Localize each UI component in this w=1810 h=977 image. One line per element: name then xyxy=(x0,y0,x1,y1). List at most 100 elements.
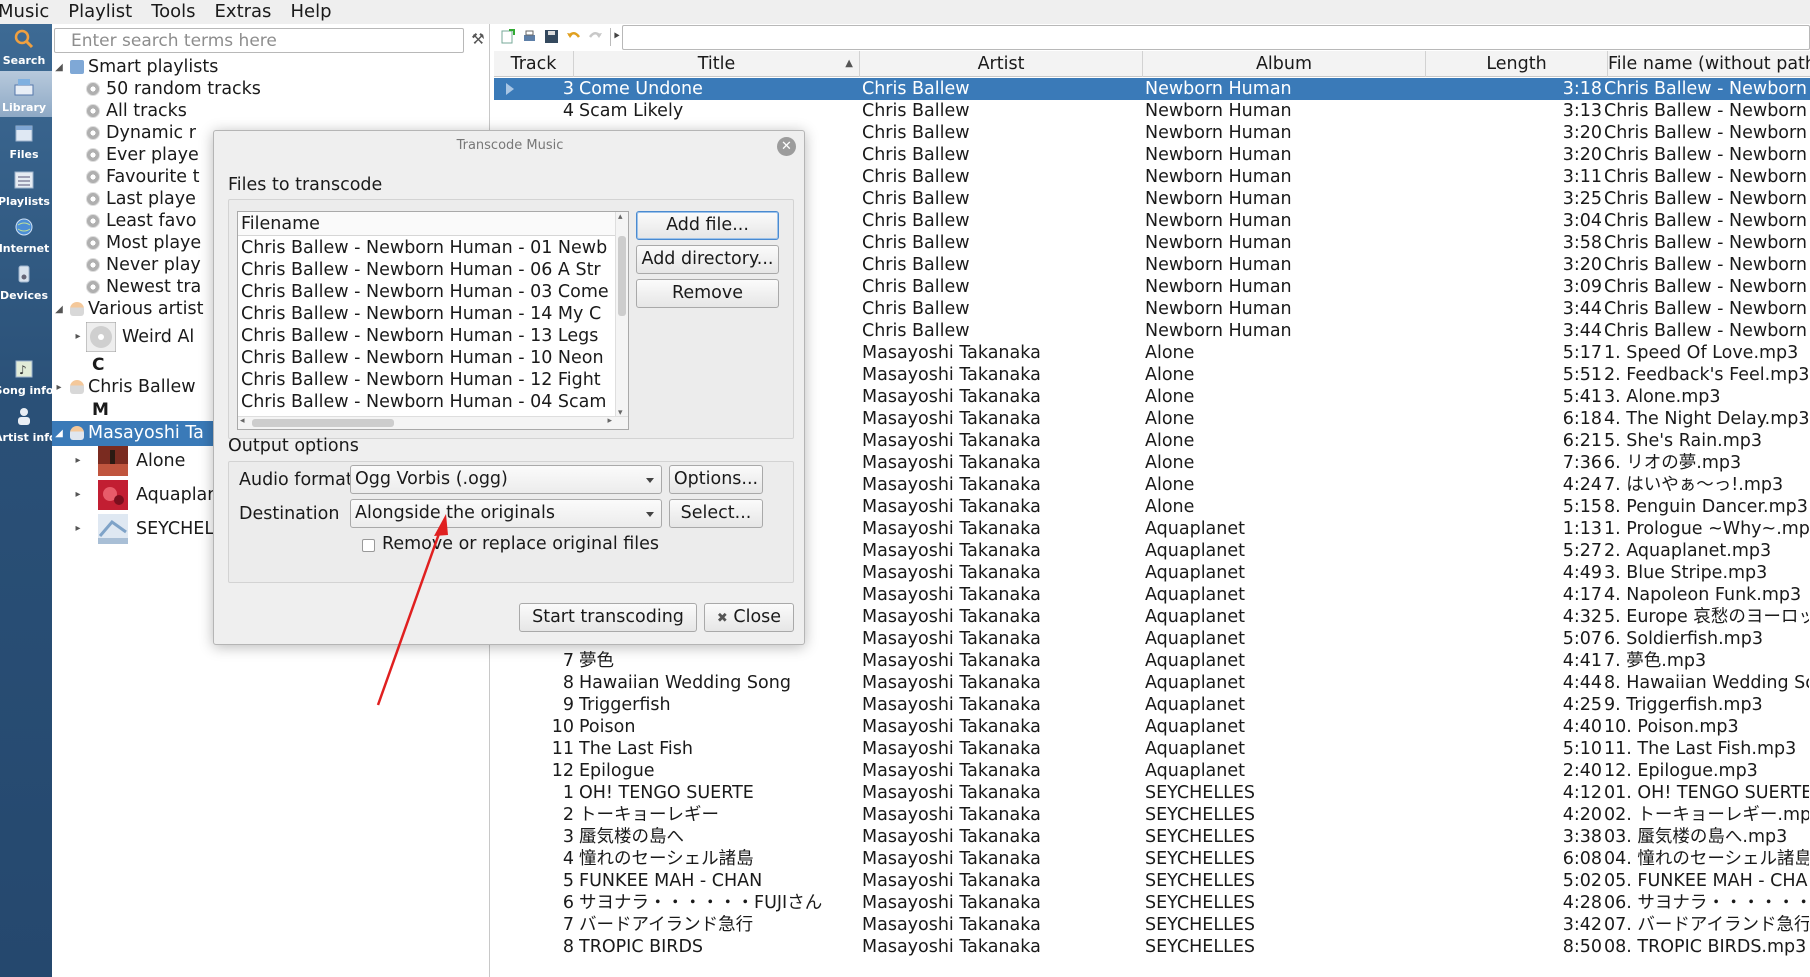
audio-format-select[interactable]: Ogg Vorbis (.ogg) xyxy=(350,465,662,494)
expand-arrow-icon[interactable]: ▸ xyxy=(72,513,84,545)
tab-files[interactable]: Files xyxy=(0,118,52,164)
menu-music[interactable]: Music xyxy=(0,0,56,24)
column-length[interactable]: Length xyxy=(1426,51,1608,77)
vscroll-thumb[interactable] xyxy=(618,236,626,316)
add-file-button[interactable]: Add file... xyxy=(636,211,779,240)
scroll-up-icon[interactable]: ▴ xyxy=(618,212,623,222)
menu-extras[interactable]: Extras xyxy=(215,0,279,24)
column-artist[interactable]: Artist xyxy=(860,51,1143,77)
add-directory-button[interactable]: Add directory... xyxy=(636,245,779,274)
artist-cell: Chris Ballew xyxy=(862,123,970,143)
filter-clear-icon[interactable]: ⯈ xyxy=(612,30,621,44)
expand-arrow-icon[interactable]: ▸ xyxy=(72,322,84,352)
table-row[interactable]: 7 夢色 Masayoshi Takanaka Aquaplanet 4:41 7. 夢色… xyxy=(494,650,1810,672)
remove-originals-label[interactable]: Remove or replace original files xyxy=(382,534,659,554)
transcode-file-list[interactable]: Filename Chris Ballew - Newborn Human - … xyxy=(237,211,629,430)
tab-search[interactable]: Search xyxy=(0,24,52,70)
file-list-item[interactable]: Chris Ballew - Newborn Human - 04 Scam xyxy=(241,391,613,413)
close-dialog-button[interactable]: ✖ Close xyxy=(704,603,794,632)
file-list-item[interactable]: Chris Ballew - Newborn Human - 06 A Str xyxy=(241,259,613,281)
table-row[interactable]: 2 トーキョーレギー Masayoshi Takanaka SEYCHELLES 4:2… xyxy=(494,804,1810,826)
file-list-item[interactable]: Chris Ballew - Newborn Human - 10 Neon xyxy=(241,347,613,369)
column-track[interactable]: Track xyxy=(494,51,574,77)
destination-select[interactable]: Alongside the originals xyxy=(350,499,662,528)
start-transcoding-button[interactable]: Start transcoding xyxy=(519,603,697,632)
column-file[interactable]: File name (without path) xyxy=(1608,51,1810,77)
options-button[interactable]: Options... xyxy=(669,465,763,494)
table-row[interactable]: 8 TROPIC BIRDS Masayoshi Takanaka SEYCHELLE… xyxy=(494,936,1810,958)
undo-icon[interactable] xyxy=(566,29,581,44)
column-album[interactable]: Album xyxy=(1143,51,1426,77)
library-search-row: ⯈ ⚒ xyxy=(52,28,490,54)
menu-playlist[interactable]: Playlist xyxy=(68,0,139,24)
table-row[interactable]: 1 OH! TENGO SUERTE Masayoshi Takanaka SEYCH… xyxy=(494,782,1810,804)
file-list-vscrollbar[interactable]: ▴ ▾ xyxy=(615,212,628,418)
album-cell: Alone xyxy=(1145,409,1195,429)
table-row[interactable]: 5 FUNKEE MAH - CHAN Masayoshi Takanaka SEYC… xyxy=(494,870,1810,892)
album-cell: Alone xyxy=(1145,431,1195,451)
search-settings-icon[interactable]: ⚒ xyxy=(468,30,488,52)
tab-library[interactable]: Library xyxy=(0,71,52,117)
expand-arrow-icon[interactable]: ▸ xyxy=(72,445,84,477)
tab-internet[interactable]: Internet xyxy=(0,212,52,258)
file-list-hscrollbar[interactable]: ◂ ▸ xyxy=(238,416,628,429)
library-search-input[interactable] xyxy=(54,28,464,53)
remove-originals-checkbox[interactable] xyxy=(362,539,375,552)
new-playlist-icon[interactable] xyxy=(500,29,515,44)
scroll-right-icon[interactable]: ▸ xyxy=(607,416,612,426)
playlist-filter-input[interactable] xyxy=(622,25,1810,50)
menu-tools[interactable]: Tools xyxy=(151,0,202,24)
table-row[interactable]: 6 サヨナラ・・・・・・FUJIさん Masayoshi Takanaka SEYCH… xyxy=(494,892,1810,914)
redo-icon[interactable] xyxy=(588,29,603,44)
table-row[interactable]: 8 Hawaiian Wedding Song Masayoshi Takanaka… xyxy=(494,672,1810,694)
file-list-item[interactable]: Chris Ballew - Newborn Human - 12 Fight xyxy=(241,369,613,391)
close-icon[interactable]: ✕ xyxy=(777,137,796,156)
filename-cell: Chris Ballew - Newborn Hum... xyxy=(1604,101,1809,121)
table-row[interactable]: 7 バードアイランド急行 Masayoshi Takanaka SEYCHELLES 3… xyxy=(494,914,1810,936)
menu-help[interactable]: Help xyxy=(290,0,338,24)
filename-cell: 3. Alone.mp3 xyxy=(1604,387,1721,407)
file-list-item[interactable]: Chris Ballew - Newborn Human - 01 Newb xyxy=(241,237,613,259)
album-cell: SEYCHELLES xyxy=(1145,827,1255,847)
tab-playlists[interactable]: Playlists xyxy=(0,165,52,211)
hscroll-thumb[interactable] xyxy=(252,419,394,427)
track-title-cell: Come Undone xyxy=(579,79,703,99)
file-list-item[interactable]: Chris Ballew - Newborn Human - 03 Come xyxy=(241,281,613,303)
expand-arrow-icon[interactable]: ▸ xyxy=(53,375,65,400)
filename-cell: 5. Europe 哀愁のヨーロッパ.m... xyxy=(1604,607,1809,627)
select-destination-button[interactable]: Select... xyxy=(669,499,763,528)
scroll-left-icon[interactable]: ◂ xyxy=(240,416,245,426)
filename-column-header[interactable]: Filename xyxy=(238,212,616,236)
filename-cell: 1. Speed Of Love.mp3 xyxy=(1604,343,1799,363)
table-row[interactable]: 4 憧れのセーシェル諸島 Masayoshi Takanaka SEYCHELLES 6… xyxy=(494,848,1810,870)
table-row[interactable]: 12 Epilogue Masayoshi Takanaka Aquaplanet 2:… xyxy=(494,760,1810,782)
tree-label: Weird Al xyxy=(122,327,195,347)
table-row[interactable]: 9 Triggerfish Masayoshi Takanaka Aquaplanet… xyxy=(494,694,1810,716)
filename-cell: Chris Ballew - Newborn Hum... xyxy=(1604,123,1809,143)
filename-cell: 8. Penguin Dancer.mp3 xyxy=(1604,497,1808,517)
table-row[interactable]: 3 Come Undone Chris Ballew Newborn Human 3:1… xyxy=(494,78,1810,100)
file-list-item[interactable]: Chris Ballew - Newborn Human - 14 My C xyxy=(241,303,613,325)
file-list-item[interactable]: Chris Ballew - Newborn Human - 13 Legs xyxy=(241,325,613,347)
tab-files-label: Files xyxy=(9,148,39,161)
tab-search-label: Search xyxy=(2,54,46,67)
expand-arrow-icon[interactable]: ▸ xyxy=(72,479,84,511)
filename-cell: 2. Aquaplanet.mp3 xyxy=(1604,541,1772,561)
tree-label: Various artist xyxy=(88,299,204,319)
track-title-cell: バードアイランド急行 xyxy=(579,915,754,935)
column-title[interactable]: Title ▲ xyxy=(574,51,860,77)
tab-devices[interactable]: Devices xyxy=(0,259,52,305)
tab-song-info[interactable]: ♪ Song info xyxy=(0,354,52,400)
table-row[interactable]: 4 Scam Likely Chris Ballew Newborn Human 3:1… xyxy=(494,100,1810,122)
table-row[interactable]: 11 The Last Fish Masayoshi Takanaka Aquapla… xyxy=(494,738,1810,760)
table-row[interactable]: 10 Poison Masayoshi Takanaka Aquaplanet 4:40… xyxy=(494,716,1810,738)
table-row[interactable]: 3 蜃気楼の島へ Masayoshi Takanaka SEYCHELLES 3:38 0… xyxy=(494,826,1810,848)
print-icon[interactable] xyxy=(522,29,537,44)
collapse-arrow-icon[interactable]: ◢ xyxy=(53,421,65,446)
tab-artist-info[interactable]: Artist info xyxy=(0,401,52,447)
collapse-arrow-icon[interactable]: ◢ xyxy=(53,297,65,322)
save-icon[interactable] xyxy=(544,29,559,44)
remove-file-button[interactable]: Remove xyxy=(636,279,779,308)
album-cell: Aquaplanet xyxy=(1145,607,1246,627)
artist-cell: Chris Ballew xyxy=(862,255,970,275)
